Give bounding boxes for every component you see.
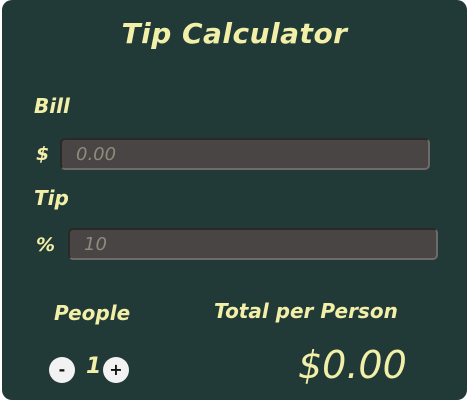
bill-currency-prefix: $	[36, 143, 50, 165]
tip-percent-prefix: %	[36, 234, 56, 256]
total-per-person-label: Total per Person	[214, 299, 398, 323]
tip-input[interactable]	[68, 228, 438, 260]
people-count: 1	[86, 354, 102, 379]
decrease-people-button[interactable]: -	[49, 357, 75, 383]
tip-label: Tip	[34, 186, 69, 210]
people-label: People	[54, 301, 131, 325]
bill-label: Bill	[34, 94, 70, 118]
page-title: Tip Calculator	[121, 17, 348, 50]
increase-people-button[interactable]: +	[103, 357, 129, 383]
total-per-person-value: $0.00	[298, 343, 407, 387]
bill-input[interactable]	[60, 138, 430, 170]
tip-calculator-card: Tip Calculator Bill $ Tip % People Total…	[2, 0, 467, 400]
